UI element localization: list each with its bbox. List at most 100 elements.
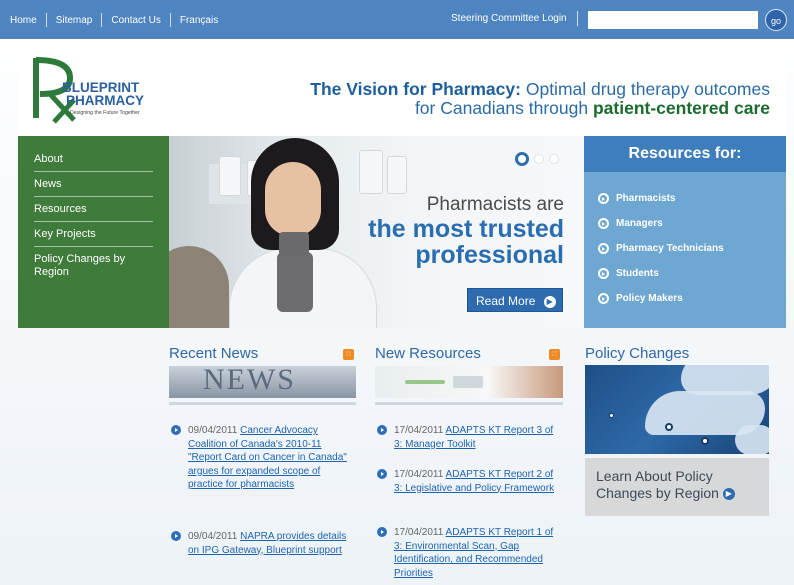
hero-line-2: the most trusted [368,215,564,243]
resources-policy-makers-link[interactable]: Policy Makers [598,286,786,311]
map-pin-icon [609,413,614,418]
resources-item-label: Policy Makers [616,293,683,304]
slider-dot-3[interactable] [549,154,559,164]
map-landmass [735,425,769,454]
resource-item: 17/04/2011 ADAPTS KT Report 1 of 3: Envi… [377,526,563,580]
arrow-circle-icon [171,531,181,541]
new-resources-title[interactable]: New Resources [375,345,481,362]
news-item: 09/04/2011 Cancer Advocacy Coalition of … [171,424,351,492]
policy-changes-link-box[interactable]: Learn About Policy Changes by Region ▶ [585,458,769,516]
resource-item: 17/04/2011 ADAPTS KT Report 2 of 3: Legi… [377,468,563,495]
policy-changes-title[interactable]: Policy Changes [585,345,689,362]
resources-item-label: Pharmacists [616,193,676,204]
news-banner-word: NEWS [203,366,296,396]
top-bar: Home Sitemap Contact Us Français Steerin… [0,0,794,39]
hero-line-3: professional [415,241,564,269]
vision-text-1: Optimal drug therapy outcomes [525,79,770,99]
nav-home-link[interactable]: Home [10,15,37,26]
pharmacist-neck-image [279,232,309,256]
arrow-circle-icon [598,268,609,279]
search-input[interactable] [588,11,758,29]
left-nav-policy-changes[interactable]: Policy Changes by Region [34,250,153,285]
left-nav-news[interactable]: News [34,175,153,197]
resource-item: 17/04/2011 ADAPTS KT Report 3 of 3: Mana… [377,424,563,451]
customer-image [169,246,229,328]
pharmacist-collar-image [277,252,313,312]
arrow-right-icon: ▶ [722,488,735,501]
left-nav-about[interactable]: About [34,150,153,172]
arrow-circle-icon [377,527,387,537]
nav-francais-link[interactable]: Français [180,15,218,26]
resources-students-link[interactable]: Students [598,261,786,286]
news-item: 09/04/2011 NAPRA provides details on IPG… [171,530,351,557]
slider-dot-1[interactable] [515,152,529,166]
hero-slider: Pharmacists are the most trusted profess… [169,136,584,328]
arrow-right-icon: ▶ [543,295,556,308]
rss-icon[interactable]: ∷ [343,349,354,360]
resources-banner-image [375,366,563,398]
bottle-image [387,156,407,194]
banner-decoration [405,380,445,384]
site-header: BLUEPRINT PHARMACY Designing the Future … [18,39,786,136]
banner-decoration [453,376,483,388]
vision-label: The Vision for Pharmacy: [310,79,521,99]
map-pin-icon [701,437,709,445]
slider-dots [515,152,564,166]
news-banner-image: NEWS [169,366,356,398]
news-date: 09/04/2011 [188,425,238,436]
resource-date: 17/04/2011 [394,469,444,480]
left-nav-key-projects[interactable]: Key Projects [34,225,153,247]
blueprint-pharmacy-logo[interactable]: BLUEPRINT PHARMACY Designing the Future … [30,54,190,124]
arrow-circle-icon [377,469,387,479]
arrow-circle-icon [598,218,609,229]
map-pin-icon [665,423,673,431]
policy-box-line-1: Learn About Policy [596,468,713,484]
logo-line2: PHARMACY [66,93,144,108]
bottle-image [219,156,241,196]
divider [375,402,563,405]
resources-technicians-link[interactable]: Pharmacy Technicians [598,236,786,261]
resources-for-panel: Resources for: Pharmacists Managers Phar… [584,136,786,328]
arrow-circle-icon [598,293,609,304]
arrow-circle-icon [377,425,387,435]
divider [101,13,103,27]
logo-subtitle: Designing the Future Together [70,110,140,116]
policy-box-line-2: Changes by Region [596,485,719,501]
divider [577,11,578,26]
vision-text-2: for Canadians through [414,98,589,118]
search-go-button[interactable]: go [765,9,787,31]
pharmacist-face-image [265,162,321,236]
divider [45,13,47,27]
vision-emphasis: patient-centered care [592,98,770,118]
recent-news-title[interactable]: Recent News [169,345,258,362]
rss-icon[interactable]: ∷ [549,349,560,360]
vision-tagline: The Vision for Pharmacy: Optimal drug th… [310,80,770,118]
left-nav-resources[interactable]: Resources [34,200,153,222]
resource-date: 17/04/2011 [394,425,444,436]
nav-sitemap-link[interactable]: Sitemap [56,15,93,26]
resources-item-label: Pharmacy Technicians [616,243,724,254]
resources-pharmacists-link[interactable]: Pharmacists [598,186,786,211]
news-date: 09/04/2011 [188,531,238,542]
resource-date: 17/04/2011 [394,527,444,538]
read-more-label: Read More [476,294,536,308]
read-more-button[interactable]: Read More ▶ [467,288,563,312]
resources-item-label: Managers [616,218,663,229]
left-nav: About News Resources Key Projects Policy… [18,136,169,328]
arrow-circle-icon [598,193,609,204]
top-nav: Home Sitemap Contact Us Français [10,13,218,27]
rx-logo-icon: BLUEPRINT PHARMACY Designing the Future … [33,57,144,124]
steering-committee-login-link[interactable]: Steering Committee Login [451,13,567,24]
slider-dot-2[interactable] [534,154,544,164]
arrow-circle-icon [171,425,181,435]
arrow-circle-icon [598,243,609,254]
resources-managers-link[interactable]: Managers [598,211,786,236]
nav-contact-link[interactable]: Contact Us [111,15,160,26]
divider [169,402,356,405]
hero-line-1: Pharmacists are [426,194,564,215]
hero-text: Pharmacists are the most trusted profess… [368,194,564,268]
bottle-image [359,150,383,194]
divider [169,13,171,27]
resources-item-label: Students [616,268,659,279]
canada-map-image[interactable] [585,365,769,454]
